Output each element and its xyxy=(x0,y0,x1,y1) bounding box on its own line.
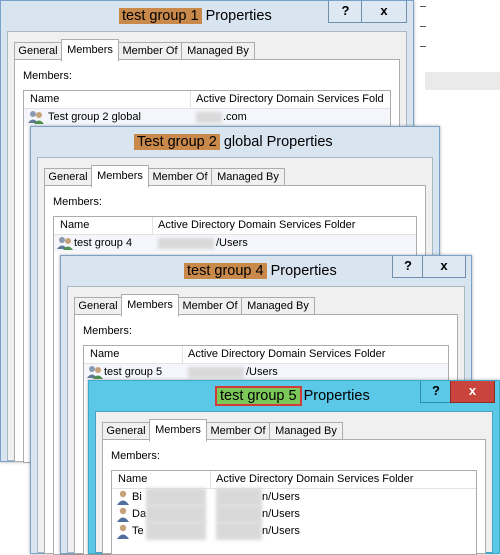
title-bar[interactable]: Test group 2 global Properties xyxy=(31,127,439,157)
window-title: Test group 2 global Properties xyxy=(134,134,333,150)
window-title: test group 4 Properties xyxy=(184,263,337,279)
column-separator[interactable] xyxy=(210,471,211,488)
title-highlight: test group 4 xyxy=(184,263,267,279)
members-panel: Members: Name Active Directory Domain Se… xyxy=(102,439,486,555)
dialog-body: General Members Member Of Managed By Mem… xyxy=(95,411,493,555)
redacted-text xyxy=(146,505,206,523)
list-header: Name Active Directory Domain Services Fo… xyxy=(54,217,416,235)
help-button[interactable]: ? xyxy=(328,1,363,23)
group-icon xyxy=(28,111,44,124)
column-folder-header[interactable]: Active Directory Domain Services Folder xyxy=(188,348,385,360)
help-icon: ? xyxy=(432,383,440,398)
redacted-text xyxy=(146,522,206,540)
properties-window-test-group-5: test group 5 Properties ? x General Memb… xyxy=(88,380,500,555)
redacted-text xyxy=(216,505,262,523)
member-folder: .com xyxy=(223,111,247,123)
list-item[interactable]: test group 4 /Users xyxy=(54,235,416,252)
redacted-text xyxy=(216,522,262,540)
member-name: test group 4 xyxy=(74,237,133,249)
title-bar[interactable]: test group 1 Properties ? x xyxy=(1,1,413,31)
redacted-text xyxy=(196,112,222,123)
redacted-text xyxy=(158,238,214,249)
tab-members[interactable]: Members xyxy=(121,294,179,317)
close-button[interactable]: x xyxy=(422,256,466,278)
title-suffix: global Properties xyxy=(219,134,333,150)
column-folder-header[interactable]: Active Directory Domain Services Fold xyxy=(196,93,384,105)
user-icon xyxy=(117,507,129,522)
background-dash xyxy=(420,26,426,27)
tab-members[interactable]: Members xyxy=(91,165,149,188)
list-item[interactable]: Bi n/Users xyxy=(112,488,476,506)
members-label: Members: xyxy=(83,325,132,337)
background-dash xyxy=(420,6,426,7)
help-button[interactable]: ? xyxy=(420,381,452,403)
group-icon xyxy=(57,237,73,250)
title-suffix: Properties xyxy=(266,263,337,279)
member-folder: n/Users xyxy=(262,525,300,537)
user-icon xyxy=(117,490,129,505)
tab-members[interactable]: Members xyxy=(61,39,119,62)
list-header: Name Active Directory Domain Services Fo… xyxy=(112,471,476,489)
help-icon: ? xyxy=(341,3,350,18)
redacted-text xyxy=(146,488,206,506)
member-folder: /Users xyxy=(216,237,248,249)
close-icon: x xyxy=(440,258,448,273)
close-button[interactable]: x xyxy=(361,1,407,23)
column-separator[interactable] xyxy=(152,217,153,234)
list-item[interactable]: test group 5 /Users xyxy=(84,364,448,381)
background-dash xyxy=(420,46,426,47)
column-name-header[interactable]: Name xyxy=(30,93,59,105)
member-name: Bi xyxy=(132,491,142,503)
member-name: Da xyxy=(132,508,147,520)
members-list[interactable]: Name Active Directory Domain Services Fo… xyxy=(111,470,477,555)
window-title: test group 1 Properties xyxy=(119,8,272,24)
column-separator[interactable] xyxy=(182,346,183,363)
member-name: Test group 2 global xyxy=(48,111,141,123)
member-folder: n/Users xyxy=(262,491,300,503)
redacted-text xyxy=(216,488,262,506)
title-highlight: Test group 2 xyxy=(134,134,220,150)
help-button[interactable]: ? xyxy=(392,256,424,278)
window-title: test group 5 Properties xyxy=(215,386,370,406)
member-name: test group 5 xyxy=(104,366,163,378)
title-highlight: test group 5 xyxy=(215,386,302,406)
list-item[interactable]: Da n/Users xyxy=(112,505,476,523)
close-button[interactable]: x xyxy=(450,381,495,403)
list-item[interactable]: Te n/Users xyxy=(112,522,476,540)
title-suffix: Properties xyxy=(299,388,370,404)
column-folder-header[interactable]: Active Directory Domain Services Folder xyxy=(158,219,355,231)
help-icon: ? xyxy=(404,258,412,273)
list-header: Name Active Directory Domain Services Fo… xyxy=(24,91,390,109)
group-icon xyxy=(87,366,103,379)
members-label: Members: xyxy=(53,196,102,208)
title-highlight: test group 1 xyxy=(119,8,202,24)
column-folder-header[interactable]: Active Directory Domain Services Folder xyxy=(216,473,413,485)
title-bar[interactable]: test group 5 Properties ? x xyxy=(89,381,499,411)
list-item[interactable]: Test group 2 global .com xyxy=(24,109,390,126)
list-header: Name Active Directory Domain Services Fo… xyxy=(84,346,448,364)
close-icon: x xyxy=(468,383,477,398)
members-label: Members: xyxy=(111,450,160,462)
column-name-header[interactable]: Name xyxy=(118,473,147,485)
members-label: Members: xyxy=(23,70,72,82)
title-suffix: Properties xyxy=(201,8,272,24)
tab-members[interactable]: Members xyxy=(149,419,207,442)
title-bar[interactable]: test group 4 Properties ? x xyxy=(61,256,471,286)
column-name-header[interactable]: Name xyxy=(60,219,89,231)
user-icon xyxy=(117,524,129,539)
member-name: Te xyxy=(132,525,144,537)
member-folder: /Users xyxy=(246,366,278,378)
member-folder: n/Users xyxy=(262,508,300,520)
background-panel xyxy=(425,72,500,90)
close-icon: x xyxy=(380,3,388,18)
column-name-header[interactable]: Name xyxy=(90,348,119,360)
redacted-text xyxy=(188,367,244,378)
column-separator[interactable] xyxy=(190,91,191,108)
